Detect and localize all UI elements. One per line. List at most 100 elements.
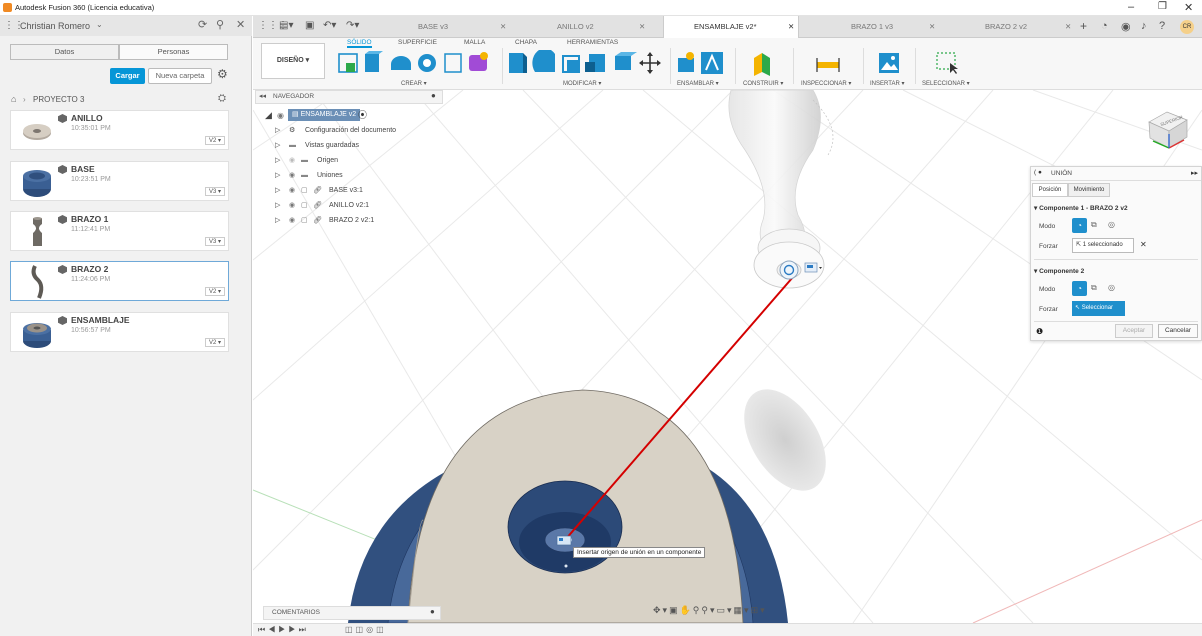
base-component[interactable] xyxy=(348,389,788,623)
component2-section[interactable]: ▾ Componente 2 xyxy=(1034,267,1084,275)
group-crear[interactable]: CREAR ▾ xyxy=(401,80,427,87)
activate-radio-icon[interactable]: ⦿ xyxy=(358,108,367,123)
version-badge[interactable]: V2 ▾ xyxy=(204,338,225,347)
help-icon[interactable]: ? xyxy=(1159,20,1165,32)
timeline-features[interactable]: ◫◫◎◫ xyxy=(345,625,387,634)
gear-icon[interactable]: ⚙ xyxy=(217,67,228,81)
tab-movimiento[interactable]: Movimiento xyxy=(1068,183,1110,197)
minimize-icon[interactable]: – xyxy=(1128,1,1134,13)
tree-root-label[interactable]: ▤ ENSAMBLAJE v2 xyxy=(288,109,361,121)
group-ensamblar[interactable]: ENSAMBLAR ▾ xyxy=(677,80,719,87)
file-card-brazo-2[interactable]: BRAZO 2 11:24:06 PM V2 ▾ xyxy=(10,261,229,301)
expand-icon[interactable]: ▷ xyxy=(275,153,280,168)
collapse-navigator-icon[interactable]: ◂◂ xyxy=(259,92,266,100)
subtab-superficie[interactable]: SUPERFICIE xyxy=(398,39,437,46)
undo-icon[interactable]: ↶▾ xyxy=(323,20,336,31)
viewports-icon[interactable]: ⊞▾ xyxy=(751,605,767,615)
close-tab-icon[interactable]: ✕ xyxy=(788,16,794,38)
insert-tool[interactable] xyxy=(877,51,901,75)
expand-icon[interactable]: ▷ xyxy=(275,138,280,153)
group-insertar[interactable]: INSERTAR ▾ xyxy=(870,80,904,87)
clear-selection-icon[interactable]: ✕ xyxy=(1140,240,1147,249)
tab-datos[interactable]: Datos xyxy=(10,44,119,60)
file-card-brazo-1[interactable]: BRAZO 1 11:12:41 PM V3 ▾ xyxy=(10,211,229,251)
grid-icon[interactable]: ▦▾ xyxy=(734,605,751,615)
assemble-tools[interactable] xyxy=(675,50,725,78)
upload-button[interactable]: Cargar xyxy=(110,68,145,84)
file-card-base[interactable]: BASE 10:23:51 PM V3 ▾ xyxy=(10,161,229,201)
close-tab-icon[interactable]: ✕ xyxy=(929,16,935,38)
arm-component[interactable] xyxy=(728,90,834,289)
ok-button[interactable]: Aceptar xyxy=(1115,324,1153,338)
comments-bar[interactable]: COMENTARIOS ● xyxy=(263,606,441,620)
redo-icon[interactable]: ↷▾ xyxy=(346,20,359,31)
job-status-icon[interactable]: ◉ xyxy=(1121,20,1131,33)
expand-icon[interactable]: ◢ xyxy=(265,108,272,123)
subtab-chapa[interactable]: CHAPA xyxy=(515,39,537,46)
tab-ensamblaje[interactable]: ENSAMBLAJE v2* ✕ xyxy=(663,16,799,38)
mode-two-edges-icon[interactable]: ◎ xyxy=(1108,220,1115,229)
visibility-icon[interactable]: ◉ xyxy=(289,213,295,228)
tab-brazo-1[interactable]: BRAZO 1 v3 ✕ xyxy=(813,16,941,38)
user-name[interactable]: Christian Romero xyxy=(20,21,90,31)
tab-anillo[interactable]: ANILLO v2 ✕ xyxy=(525,16,645,38)
new-tab-icon[interactable]: + xyxy=(1080,19,1087,33)
tab-posicion[interactable]: Posición xyxy=(1032,183,1068,197)
home-icon[interactable]: ⌂ xyxy=(11,94,16,104)
display-icon[interactable]: ▭▾ xyxy=(717,605,734,615)
navigator-header[interactable]: ◂◂ NAVEGADOR ● xyxy=(255,90,443,104)
timeline-controls[interactable]: ⏮◀▶▶⏭ xyxy=(258,625,309,635)
info-icon[interactable]: ❶ xyxy=(1036,327,1043,336)
orbit-icon[interactable]: ✥▾ xyxy=(653,605,669,615)
avatar[interactable]: CR xyxy=(1180,20,1194,34)
expand-icon[interactable]: ▷ xyxy=(275,183,280,198)
maximize-icon[interactable]: ❐ xyxy=(1158,1,1167,12)
file-card-anillo[interactable]: ANILLO 10:35:01 PM V2 ▾ xyxy=(10,110,229,150)
look-at-icon[interactable]: ▣ xyxy=(669,605,680,615)
close-tab-icon[interactable]: ✕ xyxy=(639,16,645,38)
snap2-select-button[interactable]: ↖ Seleccionar xyxy=(1072,301,1125,316)
fit-icon[interactable]: ⚲▾ xyxy=(701,605,716,615)
version-badge[interactable]: V2 ▾ xyxy=(204,136,225,145)
joint-dialog-header[interactable]: ( ● UNIÓN ▸▸ xyxy=(1031,167,1201,181)
chevron-down-icon[interactable]: ⌄ xyxy=(96,20,103,29)
version-badge[interactable]: V3 ▾ xyxy=(204,187,225,196)
file-card-ensamblaje[interactable]: ENSAMBLAJE 10:56:57 PM V2 ▾ xyxy=(10,312,229,352)
joint-origin-snap-icon[interactable] xyxy=(556,535,572,546)
visibility-icon[interactable]: ◉ xyxy=(289,168,295,183)
visibility-icon[interactable]: ◉ xyxy=(289,198,295,213)
file-menu-icon[interactable]: ▤▾ xyxy=(279,20,293,31)
expand-icon[interactable]: ▷ xyxy=(275,168,280,183)
expand-icon[interactable]: ▷ xyxy=(275,123,280,138)
subtab-solido[interactable]: SÓLIDO xyxy=(347,39,372,48)
group-seleccionar[interactable]: SELECCIONAR ▾ xyxy=(922,80,970,87)
tab-personas[interactable]: Personas xyxy=(119,44,228,60)
search-icon[interactable]: ⚲ xyxy=(216,18,224,31)
snap1-select-button[interactable]: ⇱ 1 seleccionado xyxy=(1072,238,1134,253)
mode-between-faces-icon[interactable]: ⧉ xyxy=(1091,220,1097,230)
mode-simple-icon[interactable]: ◔ xyxy=(1072,218,1087,233)
close-tab-icon[interactable]: ✕ xyxy=(1065,16,1071,38)
group-construir[interactable]: CONSTRUIR ▾ xyxy=(743,80,783,87)
version-badge[interactable]: V2 ▾ xyxy=(204,287,225,296)
mode-between-faces-icon[interactable]: ⧉ xyxy=(1091,283,1097,293)
version-badge[interactable]: V3 ▾ xyxy=(204,237,225,246)
mode-simple-icon[interactable]: ◔ xyxy=(1072,281,1087,296)
create-tools[interactable] xyxy=(337,50,499,78)
visibility-icon[interactable]: ◉ xyxy=(289,183,295,198)
tree-root[interactable]: ◢ ◉ ▤ ENSAMBLAJE v2 ⦿ xyxy=(265,108,465,123)
extensions-icon[interactable]: ◔ xyxy=(1101,20,1108,32)
component1-section[interactable]: ▾ Componente 1 - BRAZO 2 v2 xyxy=(1034,204,1128,212)
subtab-malla[interactable]: MALLA xyxy=(464,39,485,46)
close-tab-icon[interactable]: ✕ xyxy=(500,16,506,38)
subtab-herramientas[interactable]: HERRAMIENTAS xyxy=(567,39,618,46)
notifications-icon[interactable]: ♪ xyxy=(1141,20,1147,32)
new-folder-button[interactable]: Nueva carpeta xyxy=(148,68,212,84)
tab-brazo-2[interactable]: BRAZO 2 v2 ✕ xyxy=(955,16,1075,38)
comments-pin-icon[interactable]: ● xyxy=(430,607,435,616)
modify-tools[interactable] xyxy=(507,50,667,78)
expand-icon[interactable]: ▷ xyxy=(275,213,280,228)
expand-icon[interactable]: ▷ xyxy=(275,198,280,213)
close-icon[interactable]: ✕ xyxy=(1184,1,1193,14)
expand-dialog-icon[interactable]: ▸▸ xyxy=(1191,169,1198,177)
